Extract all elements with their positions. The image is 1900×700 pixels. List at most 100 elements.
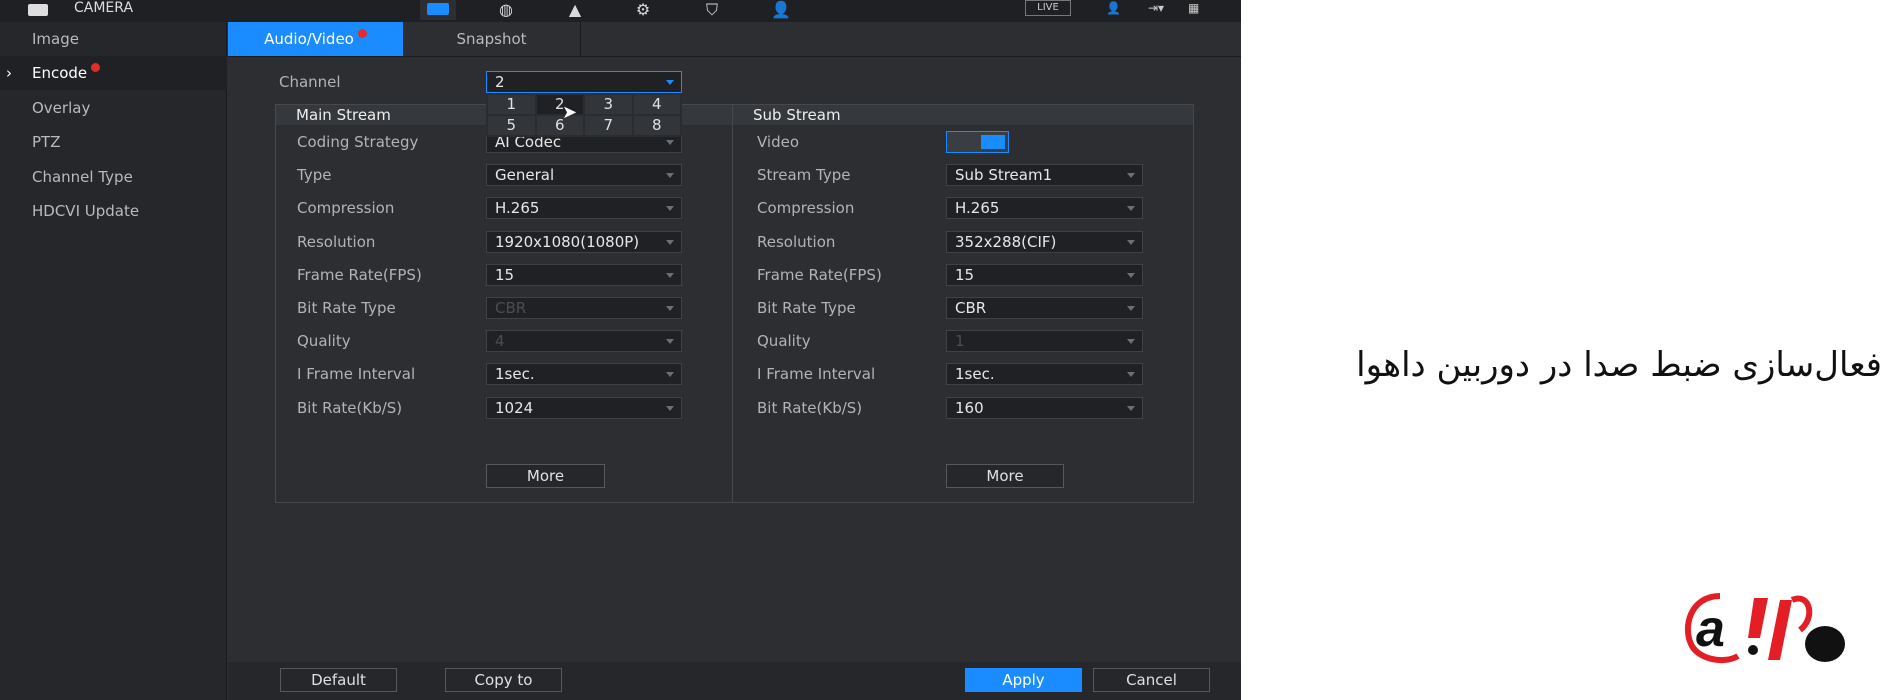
channel-option[interactable]: 5	[488, 116, 535, 135]
field-label: Resolution	[297, 232, 376, 251]
chevron-down-icon	[1127, 272, 1135, 278]
field-label: Frame Rate(FPS)	[297, 265, 422, 284]
field-select[interactable]: 160	[946, 396, 1143, 419]
account-gear-icon[interactable]: 👤	[765, 0, 797, 20]
channel-option[interactable]: 3	[585, 95, 632, 114]
chevron-down-icon	[1127, 372, 1135, 378]
field-select[interactable]: CBR	[946, 297, 1143, 319]
network-globe-icon[interactable]: ◍	[490, 0, 522, 20]
field-label: Stream Type	[757, 166, 851, 185]
tab-label: Snapshot	[456, 30, 527, 48]
field-value: 1024	[495, 398, 534, 417]
storage-icon[interactable]: ▲	[559, 0, 591, 20]
field-select[interactable]: 15	[946, 263, 1143, 286]
cancel-button[interactable]: Cancel	[1093, 668, 1210, 692]
channel-option[interactable]: 1	[488, 95, 535, 114]
camera-icon[interactable]	[420, 0, 456, 20]
field-select[interactable]: 1920x1080(1080P)	[486, 230, 682, 253]
field-label: Bit Rate(Kb/S)	[757, 398, 863, 417]
logout-icon[interactable]: ⇥▾	[1148, 1, 1164, 15]
field-select[interactable]: 1sec.	[486, 363, 682, 386]
field-value: General	[495, 166, 555, 185]
chevron-down-icon	[1127, 206, 1135, 212]
chevron-down-icon	[666, 173, 674, 179]
channel-option[interactable]: 7	[585, 116, 632, 135]
chevron-down-icon	[666, 206, 674, 212]
sidebar-item-ptz[interactable]: PTZ	[0, 125, 227, 159]
field-label: Bit Rate Type	[297, 299, 396, 317]
default-button[interactable]: Default	[280, 668, 397, 692]
live-button[interactable]: LIVE	[1025, 0, 1071, 16]
top-bar: CAMERA ◍ ▲ ⚙ ⛉ 👤 LIVE 👤 ⇥▾ ▦	[0, 0, 1241, 22]
sidebar-item-image[interactable]: Image	[0, 22, 227, 56]
sidebar-item-label: Overlay	[32, 99, 91, 117]
camera-icon	[28, 4, 48, 16]
sub-more-button[interactable]: More	[946, 464, 1064, 488]
channel-select[interactable]: 2	[486, 71, 682, 93]
security-shield-icon[interactable]: ⛉	[696, 0, 728, 20]
channel-label: Channel	[279, 73, 341, 91]
main-more-button[interactable]: More	[486, 464, 605, 488]
copy-to-button[interactable]: Copy to	[445, 668, 562, 692]
field-value: 160	[955, 398, 984, 417]
brand-logo: a	[1684, 593, 1845, 664]
user-icon[interactable]: 👤	[1106, 1, 1121, 15]
chevron-right-icon: ›	[6, 64, 12, 82]
tab-label: Audio/Video	[264, 30, 354, 48]
app-title: CAMERA	[74, 0, 134, 16]
system-gears-icon[interactable]: ⚙	[627, 0, 659, 20]
notification-badge	[357, 29, 367, 38]
tab-snapshot[interactable]: Snapshot	[403, 22, 581, 56]
field-value: Sub Stream1	[955, 166, 1053, 185]
divider	[228, 56, 1241, 57]
field-select[interactable]: H.265	[946, 197, 1143, 220]
field-value: 1	[955, 332, 965, 351]
field-label: I Frame Interval	[757, 365, 876, 384]
field-select[interactable]: 352x288(CIF)	[946, 230, 1143, 253]
apply-button[interactable]: Apply	[965, 668, 1082, 692]
video-toggle[interactable]	[946, 131, 1009, 153]
field-value: 1920x1080(1080P)	[495, 232, 640, 251]
field-value: 15	[955, 265, 975, 284]
field-select[interactable]: CBR	[486, 297, 682, 319]
tab-audio-video[interactable]: Audio/Video	[228, 22, 403, 56]
sidebar-item-encode[interactable]: › Encode	[0, 56, 227, 90]
field-select[interactable]: 1024	[486, 396, 682, 419]
notification-badge	[91, 63, 101, 72]
channel-option[interactable]: 4	[633, 95, 680, 114]
sidebar-item-label: PTZ	[32, 133, 61, 151]
field-label: I Frame Interval	[297, 365, 416, 384]
field-select[interactable]: Sub Stream1	[946, 164, 1143, 187]
video-label: Video	[757, 133, 800, 151]
field-label: Quality	[757, 332, 811, 351]
sidebar-item-label: Encode	[32, 64, 88, 82]
dvr-window: CAMERA ◍ ▲ ⚙ ⛉ 👤 LIVE 👤 ⇥▾ ▦ Image › Enco…	[0, 0, 1241, 700]
sidebar-item-overlay[interactable]: Overlay	[0, 91, 227, 125]
sidebar-item-hdcvi-update[interactable]: HDCVI Update	[0, 194, 227, 228]
chevron-down-icon	[1127, 173, 1135, 179]
chevron-down-icon	[666, 339, 674, 345]
field-select[interactable]: 1	[946, 330, 1143, 353]
field-select[interactable]: H.265	[486, 197, 682, 220]
chevron-down-icon	[666, 140, 674, 145]
sidebar-item-channel-type[interactable]: Channel Type	[0, 160, 227, 194]
field-value: H.265	[495, 199, 540, 218]
field-label: Bit Rate(Kb/S)	[297, 398, 403, 417]
sub-stream-title: Sub Stream	[733, 105, 1193, 125]
field-label: Coding Strategy	[297, 133, 419, 151]
channel-option[interactable]: 8	[633, 116, 680, 135]
sidebar: Image › Encode Overlay PTZ Channel Type H…	[0, 22, 227, 700]
field-select[interactable]: 4	[486, 330, 682, 353]
chevron-down-icon	[666, 239, 674, 245]
field-select[interactable]: 1sec.	[946, 363, 1143, 386]
chevron-down-icon	[666, 80, 674, 85]
sidebar-item-label: Image	[32, 30, 79, 48]
field-label: Frame Rate(FPS)	[757, 265, 882, 284]
chevron-down-icon	[1127, 306, 1135, 311]
svg-text:a: a	[1696, 600, 1725, 658]
field-select[interactable]: General	[486, 164, 682, 187]
field-value: 1sec.	[495, 365, 535, 384]
field-select[interactable]: 15	[486, 263, 682, 286]
mouse-cursor-icon: ➤	[562, 102, 578, 123]
grid-menu-icon[interactable]: ▦	[1188, 1, 1199, 15]
